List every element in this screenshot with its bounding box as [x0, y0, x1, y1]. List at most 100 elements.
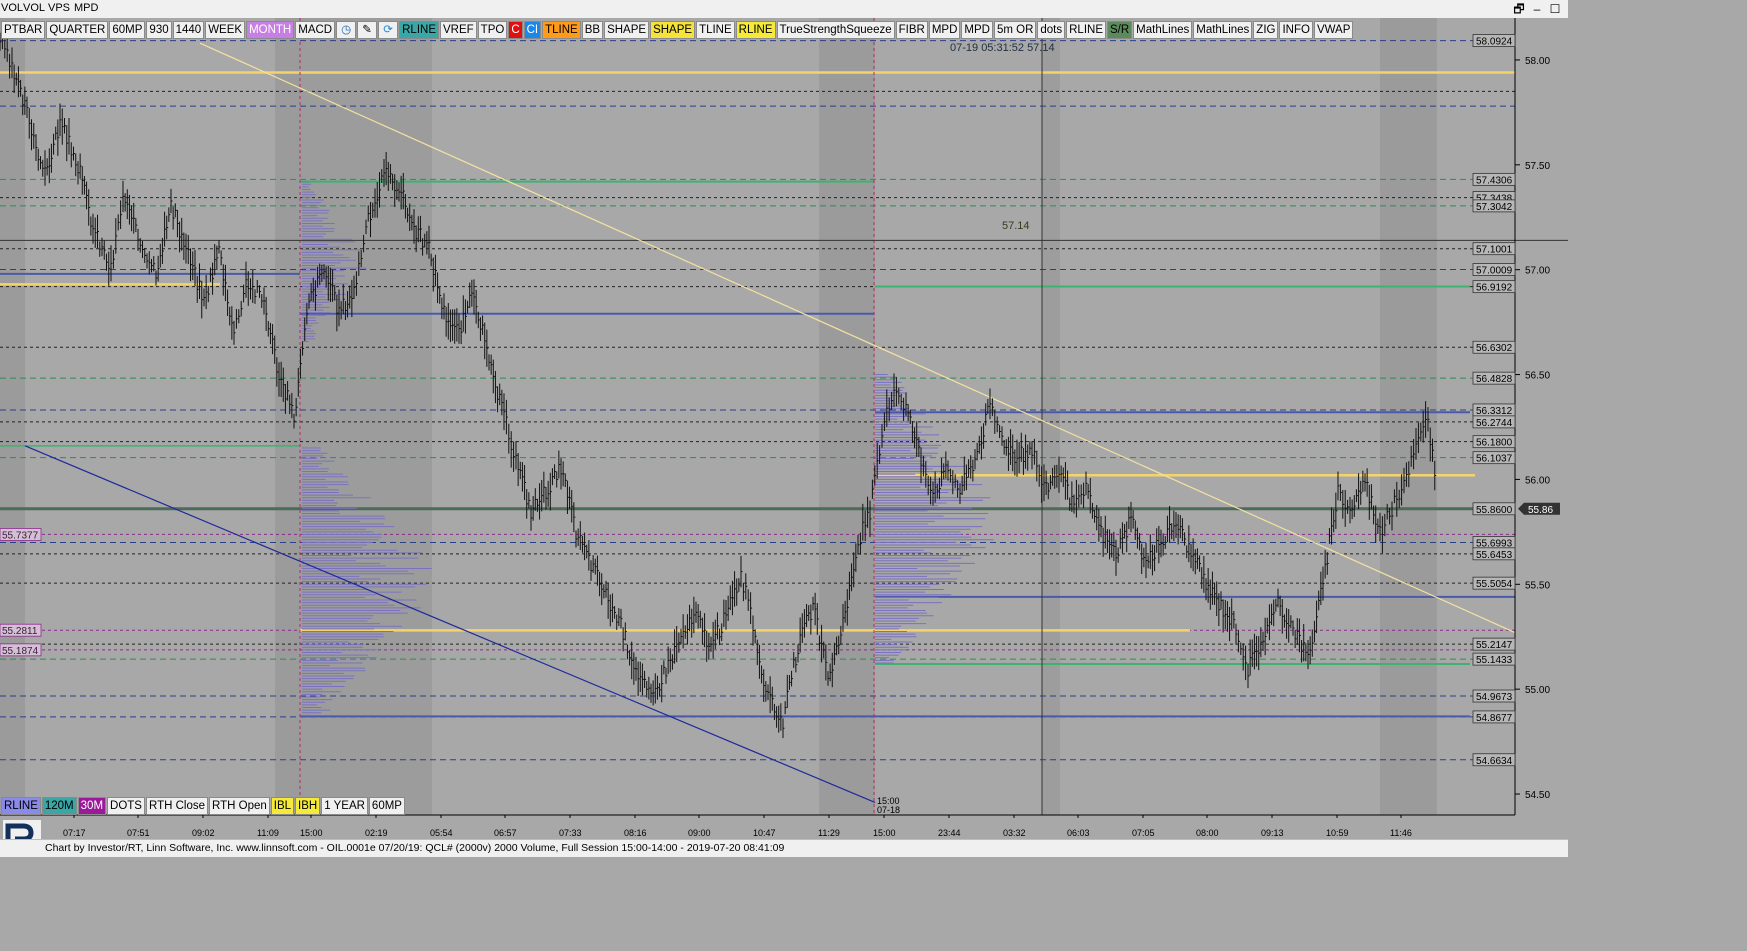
price-level-label-left: 55.2811 — [2, 626, 38, 637]
menu-vps-2[interactable]: VPS — [48, 1, 70, 16]
price-level-label: 58.0924 — [1476, 37, 1513, 48]
toolbar-1440[interactable]: 1440 — [172, 21, 205, 39]
menu-vol-1[interactable]: VOL — [23, 1, 45, 16]
y-tick-label: 56.00 — [1525, 475, 1550, 486]
toolbar-tpo[interactable]: TPO — [477, 21, 508, 39]
toolbar-dots[interactable]: dots — [1037, 21, 1066, 39]
toolbar-rline[interactable]: RLINE — [399, 21, 439, 39]
price-level-label: 56.1037 — [1476, 454, 1513, 465]
price-level-label-left: 55.7377 — [2, 530, 39, 541]
toolbar-truestrengthsqueeze[interactable]: TrueStrengthSqueeze — [776, 21, 895, 39]
price-level-label: 54.9673 — [1476, 692, 1513, 703]
toolbar-mathlines[interactable]: MathLines — [1193, 21, 1253, 39]
price-level-label: 55.2147 — [1476, 640, 1513, 651]
minimize-icon[interactable]: – — [1528, 0, 1546, 18]
bottom-toolbar-rline[interactable]: RLINE — [1, 797, 41, 815]
y-tick-label: 58.00 — [1525, 56, 1550, 67]
bottom-toolbar-ibl[interactable]: IBL — [270, 797, 295, 815]
toolbar-vwap[interactable]: VWAP — [1313, 21, 1354, 39]
toolbar-month[interactable]: MONTH — [246, 21, 295, 39]
x-tick-label: 03:32 — [1003, 828, 1026, 838]
bottom-toolbar-120m[interactable]: 120M — [41, 797, 77, 815]
price-level-label: 55.6453 — [1476, 550, 1513, 561]
maximize-icon[interactable]: ☐ — [1546, 0, 1564, 18]
x-tick-label: 09:13 — [1261, 828, 1284, 838]
menu-vol-0[interactable]: VOL — [1, 1, 23, 16]
toolbar-930[interactable]: 930 — [146, 21, 172, 39]
toolbar-shape[interactable]: SHAPE — [650, 21, 696, 39]
price-level-label: 56.9192 — [1476, 283, 1513, 294]
x-tick-label: 10:47 — [753, 828, 776, 838]
x-tick-label: 07:51 — [127, 828, 150, 838]
x-tick-label: 10:59 — [1326, 828, 1349, 838]
price-chart[interactable]: 58.00 57.50 57.00 56.50 56.00 55.50 55.00 54.50… — [0, 18, 1568, 839]
toolbar-info[interactable]: INFO — [1279, 21, 1313, 39]
menu-mpd-3[interactable]: MPD — [74, 1, 98, 16]
toolbar-s-r[interactable]: S/R — [1107, 21, 1133, 39]
x-tick-label: 02:19 — [365, 828, 388, 838]
bottom-toolbar-30m[interactable]: 30M — [77, 797, 107, 815]
toolbar-week[interactable]: WEEK — [205, 21, 246, 39]
price-level-label: 55.1433 — [1476, 655, 1513, 666]
toolbar-macd[interactable]: MACD — [295, 21, 336, 39]
toolbar-mpd[interactable]: MPD — [928, 21, 961, 39]
y-tick-label: 57.50 — [1525, 161, 1550, 172]
price-level-label: 57.4306 — [1476, 175, 1513, 186]
toolbar-quarter[interactable]: QUARTER — [46, 21, 109, 39]
price-level-label: 56.1800 — [1476, 438, 1513, 449]
toolbar-vref[interactable]: VREF — [440, 21, 477, 39]
crosshair-value-label: 57.14 — [1002, 220, 1030, 232]
x-tick-label: 06:57 — [494, 828, 517, 838]
x-tick-label: 11:09 — [257, 828, 279, 838]
toolbar-ci[interactable]: CI — [523, 21, 542, 39]
x-tick-label: 11:29 — [818, 828, 840, 838]
toolbar-tline[interactable]: TLINE — [542, 21, 581, 39]
y-tick-label: 55.50 — [1525, 580, 1550, 591]
toolbar-rline[interactable]: RLINE — [1066, 21, 1106, 39]
crosshair-readout: 07-19 05:31:52 57.14 — [950, 42, 1055, 54]
toolbar-rline[interactable]: RLINE — [735, 21, 776, 39]
x-tick-label: 15:00 — [873, 828, 896, 838]
price-level-label: 55.8600 — [1476, 505, 1513, 516]
x-tick-label: 08:16 — [624, 828, 647, 838]
bottom-toolbar-ibh[interactable]: IBH — [295, 797, 321, 815]
price-level-label: 56.2744 — [1476, 418, 1513, 429]
x-tick-label: 09:00 — [688, 828, 711, 838]
x-tick-label: 06:03 — [1067, 828, 1090, 838]
toolbar-shape[interactable]: SHAPE — [604, 21, 650, 39]
price-level-label: 56.4828 — [1476, 374, 1513, 385]
bottom-toolbar-dots[interactable]: DOTS — [107, 797, 145, 815]
clock-icon[interactable]: ◷ — [336, 21, 357, 39]
x-tick-label: 05:54 — [430, 828, 453, 838]
toolbar-mathlines[interactable]: MathLines — [1133, 21, 1193, 39]
x-tick-label: 07:33 — [559, 828, 582, 838]
price-level-label: 57.0009 — [1476, 265, 1513, 276]
toolbar-tline[interactable]: TLINE — [696, 21, 735, 39]
price-level-label: 56.6302 — [1476, 343, 1513, 354]
toolbar-mpd[interactable]: MPD — [961, 21, 993, 39]
toolbar-bb[interactable]: BB — [581, 21, 604, 39]
bottom-toolbar-rth-open[interactable]: RTH Open — [209, 797, 270, 815]
toolbar-5m-or[interactable]: 5m OR — [993, 21, 1037, 39]
top-toolbar: VOL VOL VPS MPD — [0, 0, 1568, 19]
price-level-label: 54.6634 — [1476, 756, 1513, 767]
x-tick-label: 23:44 — [938, 828, 961, 838]
status-footer: Chart by Investor/RT, Linn Software, Inc… — [0, 839, 1568, 857]
pencil-icon[interactable]: ✎ — [357, 21, 378, 39]
bottom-toolbar-60mp[interactable]: 60MP — [368, 797, 405, 815]
bottom-toolbar-1-year[interactable]: 1 YEAR — [321, 797, 368, 815]
toolbar-zig[interactable]: ZIG — [1253, 21, 1279, 39]
restore-icon[interactable]: 🗗 — [1510, 0, 1528, 18]
price-level-label: 56.3312 — [1476, 406, 1513, 417]
y-tick-label: 54.50 — [1525, 790, 1550, 801]
toolbar-ptbar[interactable]: PTBAR — [1, 21, 46, 39]
window-controls: 🗗 – ☐ — [1510, 0, 1564, 18]
toolbar-c[interactable]: C — [508, 21, 523, 39]
bottom-toolbar-rth-close[interactable]: RTH Close — [145, 797, 209, 815]
y-tick-label: 57.00 — [1525, 266, 1550, 277]
x-tick-label: 07:17 — [63, 828, 86, 838]
refresh-icon[interactable]: ⟳ — [378, 21, 399, 39]
toolbar-fibr[interactable]: FIBR — [895, 21, 928, 39]
toolbar-60mp[interactable]: 60MP — [109, 21, 146, 39]
last-price-label: 55.86 — [1528, 505, 1553, 516]
